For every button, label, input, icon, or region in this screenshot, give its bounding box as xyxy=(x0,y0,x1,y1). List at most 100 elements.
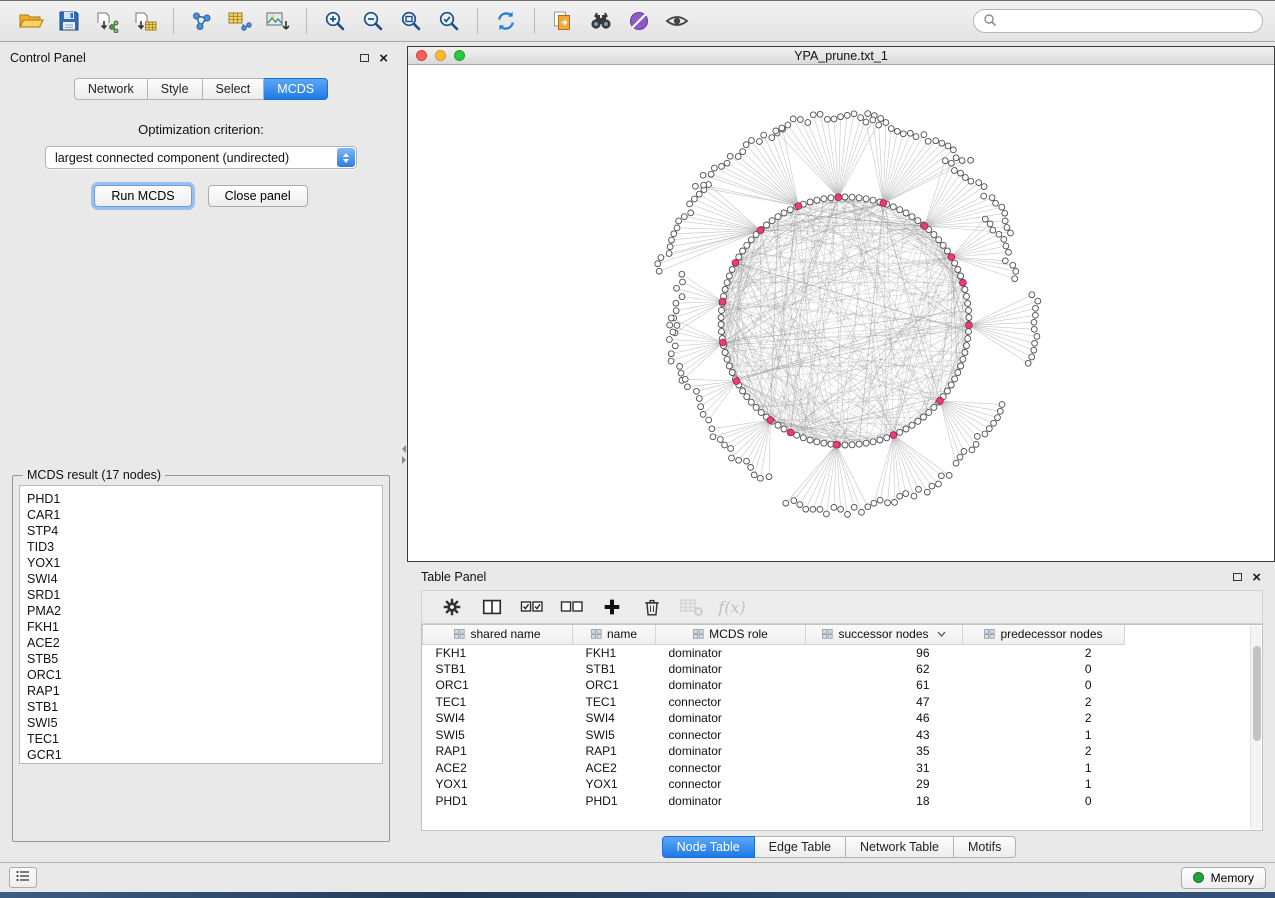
table-cell[interactable]: ACE2 xyxy=(573,760,656,777)
clone-network-button[interactable] xyxy=(544,4,582,38)
table-cell[interactable]: 29 xyxy=(806,776,963,793)
status-menu-button[interactable] xyxy=(9,867,37,888)
table-cell[interactable]: SWI5 xyxy=(423,727,573,744)
mcds-result-item[interactable]: RAP1 xyxy=(27,683,382,699)
collapse-right-icon[interactable] xyxy=(402,456,406,464)
tab-network[interactable]: Network xyxy=(74,78,148,100)
table-cell[interactable]: SWI4 xyxy=(423,710,573,727)
table-cell[interactable]: SWI4 xyxy=(573,710,656,727)
table-cell[interactable]: PHD1 xyxy=(573,793,656,810)
column-header-successor-nodes[interactable]: successor nodes xyxy=(806,625,963,644)
table-cell[interactable]: dominator xyxy=(656,677,806,694)
table-cell[interactable]: connector xyxy=(656,694,806,711)
close-panel-icon[interactable]: × xyxy=(379,51,388,66)
table-row[interactable]: SWI5SWI5connector431 xyxy=(423,727,1125,744)
table-cell[interactable]: dominator xyxy=(656,710,806,727)
column-header-shared-name[interactable]: shared name xyxy=(423,625,573,644)
tab-node-table[interactable]: Node Table xyxy=(662,836,755,858)
table-row[interactable]: ORC1ORC1dominator610 xyxy=(423,677,1125,694)
tab-network-table[interactable]: Network Table xyxy=(846,836,954,858)
mcds-result-item[interactable]: SWI4 xyxy=(27,571,382,587)
table-cell[interactable]: RAP1 xyxy=(573,743,656,760)
network-canvas[interactable] xyxy=(408,65,1274,561)
table-cell[interactable]: 1 xyxy=(963,776,1125,793)
mcds-result-item[interactable]: STP4 xyxy=(27,523,382,539)
run-mcds-button[interactable]: Run MCDS xyxy=(94,185,191,207)
find-button[interactable] xyxy=(582,4,620,38)
tab-select[interactable]: Select xyxy=(203,78,265,100)
zoom-out-button[interactable] xyxy=(354,4,392,38)
table-row[interactable]: YOX1YOX1connector291 xyxy=(423,776,1125,793)
table-cell[interactable]: YOX1 xyxy=(423,776,573,793)
table-row[interactable]: PHD1PHD1dominator180 xyxy=(423,793,1125,810)
mcds-result-item[interactable]: FKH1 xyxy=(27,619,382,635)
network-graph-svg[interactable] xyxy=(408,65,1274,561)
table-cell[interactable]: 1 xyxy=(963,760,1125,777)
tab-motifs[interactable]: Motifs xyxy=(954,836,1016,858)
table-cell[interactable]: FKH1 xyxy=(573,644,656,661)
table-cell[interactable]: 61 xyxy=(806,677,963,694)
table-cell[interactable]: 96 xyxy=(806,644,963,661)
table-cell[interactable]: 2 xyxy=(963,644,1125,661)
mcds-result-item[interactable]: SRD1 xyxy=(27,587,382,603)
deselect-all-button[interactable] xyxy=(554,592,590,622)
tab-style[interactable]: Style xyxy=(148,78,203,100)
table-cell[interactable]: 31 xyxy=(806,760,963,777)
table-cell[interactable]: dominator xyxy=(656,661,806,678)
table-cell[interactable]: 62 xyxy=(806,661,963,678)
mcds-result-item[interactable]: STB1 xyxy=(27,699,382,715)
new-network-from-table-button[interactable] xyxy=(221,4,259,38)
network-window-titlebar[interactable]: YPA_prune.txt_1 xyxy=(408,47,1274,65)
tab-mcds[interactable]: MCDS xyxy=(264,78,328,100)
table-cell[interactable]: 0 xyxy=(963,793,1125,810)
table-cell[interactable]: YOX1 xyxy=(573,776,656,793)
tab-edge-table[interactable]: Edge Table xyxy=(755,836,846,858)
search-input[interactable] xyxy=(1003,14,1253,28)
table-cell[interactable]: STB1 xyxy=(573,661,656,678)
table-cell[interactable]: connector xyxy=(656,776,806,793)
table-row[interactable]: ACE2ACE2connector311 xyxy=(423,760,1125,777)
table-cell[interactable]: STB1 xyxy=(423,661,573,678)
table-row[interactable]: SWI4SWI4dominator462 xyxy=(423,710,1125,727)
table-cell[interactable]: dominator xyxy=(656,644,806,661)
scrollbar-thumb[interactable] xyxy=(1253,646,1261,741)
table-cell[interactable]: TEC1 xyxy=(573,694,656,711)
mcds-result-item[interactable]: ORC1 xyxy=(27,667,382,683)
mcds-result-item[interactable]: GCR1 xyxy=(27,747,382,763)
open-file-button[interactable] xyxy=(12,4,50,38)
show-hide-panel-button[interactable] xyxy=(658,4,696,38)
save-session-button[interactable] xyxy=(50,4,88,38)
select-all-check-button[interactable] xyxy=(514,592,550,622)
table-cell[interactable]: 2 xyxy=(963,743,1125,760)
zoom-fit-content-button[interactable] xyxy=(392,4,430,38)
table-cell[interactable]: 46 xyxy=(806,710,963,727)
table-cell[interactable]: ORC1 xyxy=(573,677,656,694)
settings-gear-button[interactable] xyxy=(434,592,470,622)
table-cell[interactable]: RAP1 xyxy=(423,743,573,760)
table-cell[interactable]: connector xyxy=(656,727,806,744)
column-header-MCDS-role[interactable]: MCDS role xyxy=(656,625,806,644)
table-row[interactable]: TEC1TEC1connector472 xyxy=(423,694,1125,711)
mcds-result-item[interactable]: CAR1 xyxy=(27,507,382,523)
panel-splitter[interactable] xyxy=(400,46,407,862)
table-row[interactable]: FKH1FKH1dominator962 xyxy=(423,644,1125,661)
window-minimize-icon[interactable] xyxy=(435,50,446,61)
float-panel-icon[interactable] xyxy=(360,54,369,62)
table-cell[interactable]: 18 xyxy=(806,793,963,810)
table-cell[interactable]: connector xyxy=(656,760,806,777)
zoom-in-button[interactable] xyxy=(316,4,354,38)
table-cell[interactable]: 0 xyxy=(963,661,1125,678)
delete-entry-button[interactable] xyxy=(634,592,670,622)
mcds-result-item[interactable]: PMA2 xyxy=(27,603,382,619)
table-cell[interactable]: 0 xyxy=(963,677,1125,694)
table-cell[interactable]: dominator xyxy=(656,743,806,760)
import-table-from-file-button[interactable] xyxy=(126,4,164,38)
table-cell[interactable]: PHD1 xyxy=(423,793,573,810)
table-row[interactable]: STB1STB1dominator620 xyxy=(423,661,1125,678)
mcds-result-item[interactable]: STB5 xyxy=(27,651,382,667)
export-image-button[interactable] xyxy=(259,4,297,38)
new-network-button[interactable] xyxy=(183,4,221,38)
import-network-from-file-button[interactable] xyxy=(88,4,126,38)
add-entry-button[interactable] xyxy=(594,592,630,622)
table-cell[interactable]: 1 xyxy=(963,727,1125,744)
